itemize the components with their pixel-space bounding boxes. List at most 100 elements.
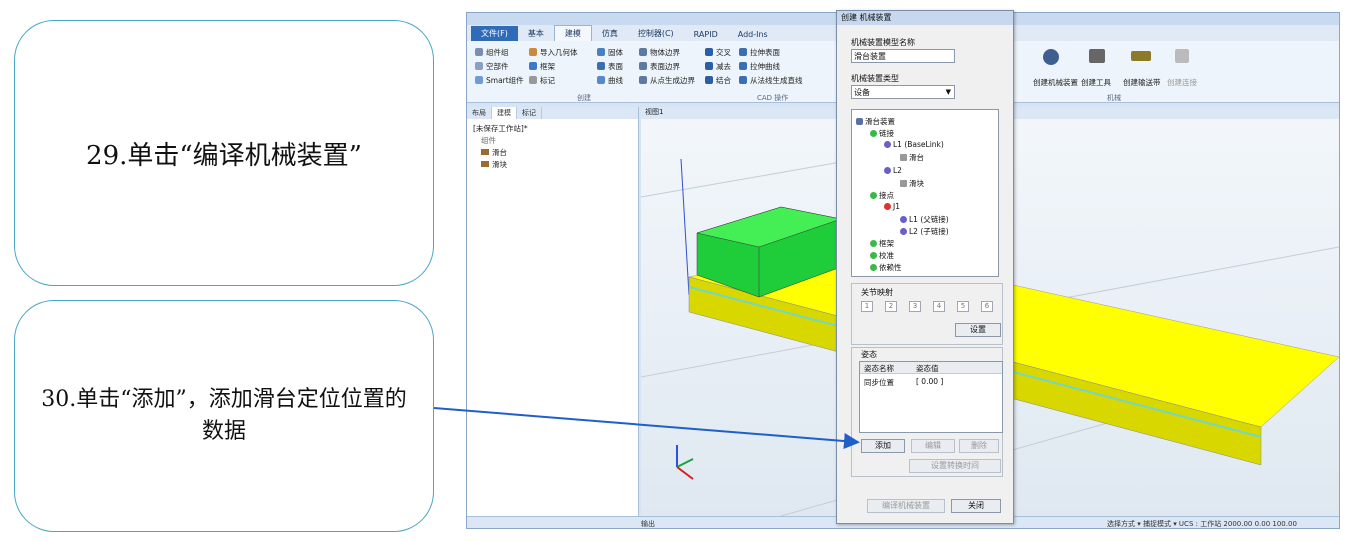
tab-file[interactable]: 文件(F) — [471, 26, 518, 41]
tree-j1[interactable]: J1 — [884, 202, 900, 211]
extrude-curve-button[interactable]: 拉伸曲线 — [739, 61, 780, 72]
y-axis-icon — [676, 458, 694, 468]
compile-mechanism-button[interactable]: 编译机械装置 — [867, 499, 945, 513]
surface-icon — [597, 62, 605, 70]
joint-map-6[interactable]: 6 — [981, 301, 993, 312]
tree-l1-parent[interactable]: L1 (父链接) — [900, 214, 949, 225]
tree-components[interactable]: 组件 — [481, 135, 496, 146]
joint-map-2[interactable]: 2 — [885, 301, 897, 312]
mechanism-gear-icon — [1043, 49, 1062, 66]
conveyor-icon — [1131, 51, 1154, 62]
col-posture-value: 姿态值 — [916, 364, 939, 373]
mechanism-icon — [856, 118, 863, 125]
mechanism-type-select[interactable]: 设备 ▼ — [851, 85, 955, 99]
marker-button[interactable]: 标记 — [529, 75, 555, 86]
link-gear-icon — [900, 228, 907, 235]
check-icon — [870, 130, 877, 137]
component-group-icon — [475, 48, 483, 56]
solid-icon — [597, 48, 605, 56]
edge-from-points-button[interactable]: 从点生成边界 — [639, 75, 695, 86]
tab-modeling[interactable]: 建模 — [553, 25, 592, 41]
frame-button[interactable]: 框架 — [529, 61, 555, 72]
tab-addins[interactable]: Add-Ins — [728, 28, 778, 41]
create-conveyor-button[interactable]: 创建输送带 — [1123, 77, 1161, 88]
union-button[interactable]: 结合 — [705, 75, 731, 86]
group-mechanism: 机械 — [1107, 94, 1121, 102]
tab-controller[interactable]: 控制器(C) — [628, 26, 684, 41]
tree-slider[interactable]: 滑块 — [900, 178, 924, 189]
tree-slide-table[interactable]: 滑台 — [900, 152, 924, 163]
intersect-icon — [705, 48, 713, 56]
create-connection-button[interactable]: 创建连接 — [1167, 77, 1197, 88]
add-button[interactable]: 添加 — [861, 439, 905, 453]
import-geometry-button[interactable]: 导入几何体 — [529, 47, 578, 58]
surface-edge-button[interactable]: 表面边界 — [639, 61, 680, 72]
joint-map-1[interactable]: 1 — [861, 301, 873, 312]
solid-button[interactable]: 固体 — [597, 47, 623, 58]
smart-component-icon — [475, 76, 483, 84]
link-gear-icon — [884, 141, 891, 148]
grid-line — [641, 161, 842, 198]
line-from-normal-button[interactable]: 从法线生成直线 — [739, 75, 803, 86]
tree-calibration[interactable]: 校准 — [870, 250, 894, 261]
joint-map-3[interactable]: 3 — [909, 301, 921, 312]
model-name-label: 机械装置模型名称 — [851, 38, 915, 47]
table-row[interactable]: 同步位置 [ 0.00 ] — [860, 376, 1002, 388]
empty-part-button[interactable]: 空部件 — [475, 61, 509, 72]
tree-links[interactable]: 链接 — [870, 128, 894, 139]
connection-icon — [1175, 49, 1192, 64]
edit-button[interactable]: 编辑 — [911, 439, 955, 453]
set-transition-time-button[interactable]: 设置转换时间 — [909, 459, 1001, 473]
tree-item-slider[interactable]: 滑块 — [481, 159, 507, 170]
tree-l2[interactable]: L2 — [884, 166, 902, 175]
body-edge-button[interactable]: 物体边界 — [639, 47, 680, 58]
part-icon — [900, 180, 907, 187]
component-group-button[interactable]: 组件组 — [475, 47, 509, 58]
tree-frame[interactable]: 框架 — [870, 238, 894, 249]
tree-station[interactable]: [未保存工作站]* — [473, 123, 528, 134]
status-coordinates: 选择方式 ▾ 捕捉模式 ▾ UCS : 工作站 2000.00 0.00 100… — [1107, 520, 1297, 528]
dialog-title: 创建 机械装置 — [837, 11, 1013, 25]
output-tab[interactable]: 输出 — [641, 519, 655, 528]
tab-simulation[interactable]: 仿真 — [592, 26, 628, 41]
curve-button[interactable]: 曲线 — [597, 75, 623, 86]
surface-button[interactable]: 表面 — [597, 61, 623, 72]
model-name-input[interactable]: 滑台装置 — [851, 49, 955, 63]
tab-rapid[interactable]: RAPID — [684, 28, 728, 41]
tab-modeling-pane[interactable]: 建模 — [492, 107, 517, 119]
tree-root[interactable]: 滑台装置 — [856, 116, 895, 127]
tree-dependency[interactable]: 依赖性 — [870, 262, 902, 273]
surface-edge-icon — [639, 62, 647, 70]
create-tool-button[interactable]: 创建工具 — [1081, 77, 1111, 88]
create-mechanism-dialog: 创建 机械装置 机械装置模型名称 滑台装置 机械装置类型 设备 ▼ 滑台装置 链接… — [836, 10, 1014, 524]
close-button[interactable]: 关闭 — [951, 499, 1001, 513]
curve-icon — [597, 76, 605, 84]
tree-l1[interactable]: L1 (BaseLink) — [884, 140, 944, 149]
link-gear-icon — [900, 216, 907, 223]
create-mechanism-button[interactable]: 创建机械装置 — [1033, 77, 1078, 88]
intersect-button[interactable]: 交叉 — [705, 47, 731, 58]
joint-map-5[interactable]: 5 — [957, 301, 969, 312]
tree-item-slide-table[interactable]: 滑台 — [481, 147, 507, 158]
edge-from-points-icon — [639, 76, 647, 84]
extrude-surface-button[interactable]: 拉伸表面 — [739, 47, 780, 58]
tree-joints[interactable]: 接点 — [870, 190, 894, 201]
joint-icon — [884, 203, 891, 210]
settings-button[interactable]: 设置 — [955, 323, 1001, 337]
posture-row-name: 同步位置 — [864, 378, 894, 387]
marker-icon — [529, 76, 537, 84]
subtract-button[interactable]: 减去 — [705, 61, 731, 72]
step-30-callout: 30.单击“添加”，添加滑台定位位置的数据 — [14, 300, 434, 532]
joint-map-4[interactable]: 4 — [933, 301, 945, 312]
tab-basic[interactable]: 基本 — [518, 26, 554, 41]
tree-l2-child[interactable]: L2 (子链接) — [900, 226, 949, 237]
tab-layout[interactable]: 布局 — [467, 107, 492, 119]
tab-markers[interactable]: 标记 — [517, 107, 542, 119]
delete-button[interactable]: 删除 — [959, 439, 999, 453]
smart-component-button[interactable]: Smart组件 — [475, 75, 524, 86]
instruction-panel: 29.单击“编译机械装置” 30.单击“添加”，添加滑台定位位置的数据 — [0, 8, 440, 532]
joint-mapping-label: 关节映射 — [861, 288, 893, 297]
tutorial-screenshot: 29.单击“编译机械装置” 30.单击“添加”，添加滑台定位位置的数据 文件(F… — [0, 0, 1360, 541]
mechanism-tree: 滑台装置 链接 L1 (BaseLink) 滑台 L2 滑块 接点 J1 L1 … — [851, 109, 999, 277]
chevron-down-icon: ▼ — [945, 88, 951, 96]
